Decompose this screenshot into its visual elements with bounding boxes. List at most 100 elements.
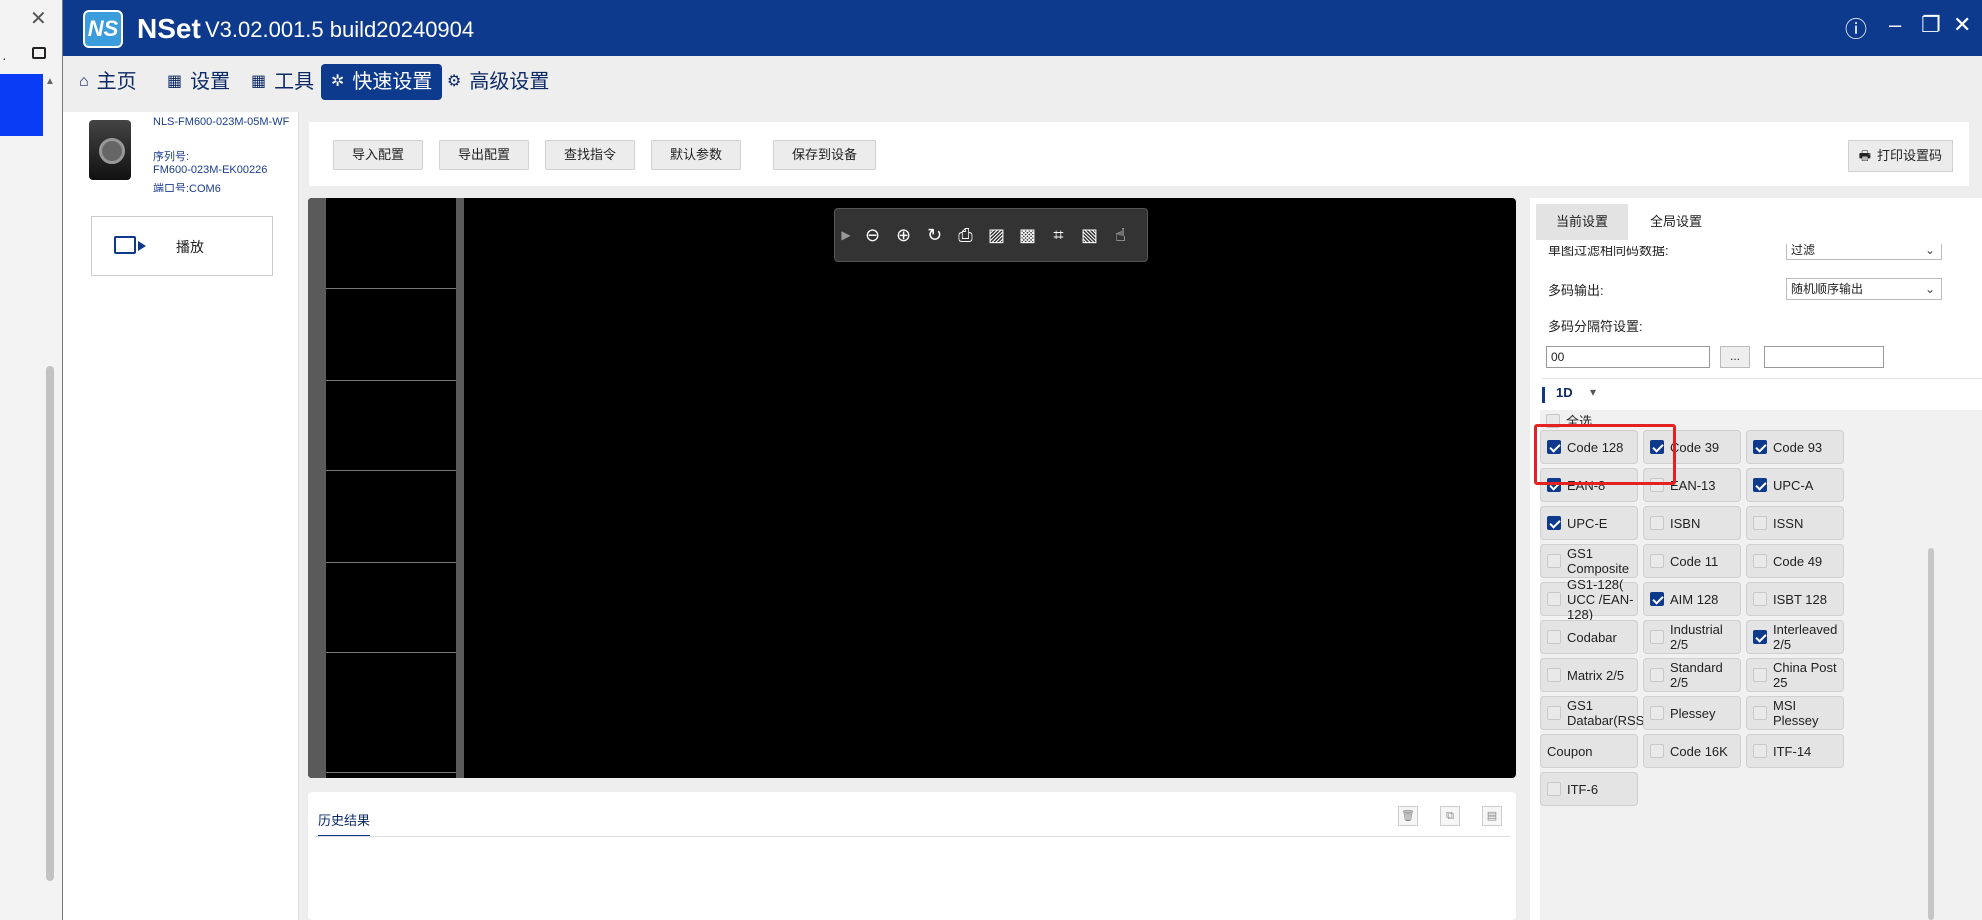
symbology-item[interactable]: AIM 128 [1643, 582, 1741, 616]
thumbnail-strip[interactable] [308, 198, 464, 778]
checkbox-icon[interactable] [1650, 630, 1664, 644]
checkbox-icon[interactable] [1547, 592, 1561, 606]
tab-current-settings[interactable]: 当前设置 [1536, 204, 1629, 240]
menu-home[interactable]: ⌂ 主页 [69, 64, 147, 100]
symbology-item[interactable]: Codabar [1540, 620, 1638, 654]
symbology-item[interactable]: Code 11 [1643, 544, 1741, 578]
trash-icon[interactable]: 🗑 [1398, 806, 1418, 826]
expand-icon[interactable]: ▶ [835, 228, 857, 242]
checked-box-icon[interactable] [1753, 440, 1767, 454]
find-command-button[interactable]: 查找指令 [545, 140, 636, 170]
checkbox-icon[interactable] [1547, 554, 1561, 568]
checkbox-icon[interactable] [1650, 744, 1664, 758]
symbology-item[interactable]: Industrial 2/5 [1643, 620, 1741, 654]
symbology-label: Interleaved 2/5 [1773, 622, 1838, 652]
checkbox-icon[interactable] [1547, 668, 1561, 682]
multi-output-select[interactable]: 随机顺序输出 ⌄ [1786, 278, 1942, 300]
symbology-label: Code 16K [1670, 743, 1728, 759]
symbology-item[interactable]: GS1 Composite [1540, 544, 1638, 578]
menu-tools[interactable]: ▦ 工具 [241, 64, 324, 100]
scroll-up-icon[interactable]: ▲ [45, 76, 55, 87]
checked-box-icon[interactable] [1547, 516, 1561, 530]
thumbnail-divider [326, 772, 456, 773]
save-to-device-button[interactable]: 保存到设备 [773, 140, 877, 170]
tab-global-settings[interactable]: 全局设置 [1630, 204, 1722, 240]
export-config-button[interactable]: 导出配置 [439, 140, 530, 170]
symbology-item[interactable]: GS1-128( UCC /EAN-128) [1540, 577, 1638, 622]
image-viewer[interactable]: ▶ ⊖ ⊕ ↻ ⎙ ▨ ▩ ⌗ ▧ ☝ [308, 198, 1516, 778]
print-settings-code-button[interactable]: 🖶 打印设置码 [1847, 140, 1953, 172]
menu-settings[interactable]: ▦ 设置 [157, 64, 240, 100]
checkbox-icon[interactable] [1753, 592, 1767, 606]
document-icon[interactable]: ▤ [1482, 806, 1502, 826]
close-icon[interactable]: ✕ [30, 6, 47, 31]
symbology-item[interactable]: UPC-A [1746, 468, 1844, 502]
checkbox-icon[interactable] [1547, 630, 1561, 644]
symbology-item[interactable]: Coupon [1540, 734, 1638, 768]
zoom-out-icon[interactable]: ⊖ [857, 225, 888, 246]
image-check-icon[interactable]: ▧ [1074, 225, 1105, 246]
image-gear-icon[interactable]: ▩ [1012, 225, 1043, 246]
menu-advanced-settings[interactable]: ⚙ 高级设置 [437, 64, 559, 100]
symbology-item[interactable]: Interleaved 2/5 [1746, 620, 1844, 654]
window-icon[interactable] [32, 47, 46, 59]
symbology-item[interactable]: ITF-6 [1540, 772, 1638, 806]
separator-input[interactable]: 00 [1546, 346, 1710, 368]
zoom-in-icon[interactable]: ⊕ [888, 225, 919, 246]
scrollbar[interactable]: ▲ [44, 76, 56, 920]
history-tab[interactable]: 历史结果 [318, 810, 371, 837]
checkbox-icon[interactable] [1753, 516, 1767, 530]
menu-quick-settings[interactable]: ✲ 快速设置 [321, 64, 443, 100]
checkbox-icon[interactable] [1650, 706, 1664, 720]
crop-icon[interactable]: ⌗ [1043, 225, 1074, 246]
default-params-button[interactable]: 默认参数 [651, 140, 742, 170]
symbology-item[interactable]: Standard 2/5 [1643, 658, 1741, 692]
symbology-item[interactable]: GS1 Databar(RSS) [1540, 696, 1649, 730]
scrollbar-thumb[interactable] [46, 366, 54, 881]
rotate-icon[interactable]: ↻ [919, 225, 950, 246]
group-header-1d[interactable]: 1D ▾ [1542, 378, 1982, 408]
info-icon[interactable]: ⓘ [1845, 12, 1867, 44]
symbology-item[interactable]: Plessey [1643, 696, 1741, 730]
symbology-item[interactable]: ISSN [1746, 506, 1844, 540]
checkbox-icon[interactable] [1650, 516, 1664, 530]
serial-label: 序列号: [153, 151, 190, 163]
checked-box-icon[interactable] [1753, 478, 1767, 492]
checkbox-icon[interactable] [1650, 668, 1664, 682]
symbology-item[interactable]: Code 16K [1643, 734, 1741, 768]
symbology-item[interactable]: ITF-14 [1746, 734, 1844, 768]
symbology-item[interactable]: Code 93 [1746, 430, 1844, 464]
save-image-icon[interactable]: ⎙ [950, 225, 981, 246]
symbology-label: Industrial 2/5 [1670, 622, 1723, 652]
symbology-item[interactable]: UPC-E [1540, 506, 1638, 540]
menu-label: 工具 [274, 71, 315, 93]
checkbox-icon[interactable] [1650, 554, 1664, 568]
import-config-button[interactable]: 导入配置 [333, 140, 424, 170]
checked-box-icon[interactable] [1650, 592, 1664, 606]
separator-display-field[interactable] [1764, 346, 1884, 368]
checkbox-icon[interactable] [1547, 706, 1561, 720]
settings-scrollbar[interactable] [1928, 548, 1934, 920]
symbology-item[interactable]: ISBT 128 [1746, 582, 1844, 616]
play-button[interactable]: 播放 [91, 216, 273, 276]
symbology-item[interactable]: China Post 25 [1746, 658, 1844, 692]
hand-icon[interactable]: ☝ [1105, 225, 1136, 246]
symbology-label: China Post 25 [1773, 660, 1837, 690]
checkbox-icon[interactable] [1753, 744, 1767, 758]
checkbox-icon[interactable] [1753, 668, 1767, 682]
symbology-item[interactable]: Code 49 [1746, 544, 1844, 578]
checked-box-icon[interactable] [1753, 630, 1767, 644]
close-icon[interactable]: ✕ [1953, 12, 1971, 38]
symbology-item[interactable]: ISBN [1643, 506, 1741, 540]
separator-more-button[interactable]: ... [1720, 346, 1750, 368]
symbology-item[interactable]: Matrix 2/5 [1540, 658, 1638, 692]
symbology-item[interactable]: MSI Plessey [1746, 696, 1844, 730]
checkbox-icon[interactable] [1547, 782, 1561, 796]
copy-icon[interactable]: ⧉ [1440, 806, 1460, 826]
minimize-icon[interactable]: – [1889, 12, 1901, 38]
dup-filter-select[interactable]: 过滤 ⌄ [1786, 244, 1942, 260]
image-settings-icon[interactable]: ▨ [981, 225, 1012, 246]
maximize-icon[interactable]: ❐ [1921, 12, 1941, 38]
checkbox-icon[interactable] [1753, 706, 1767, 720]
checkbox-icon[interactable] [1753, 554, 1767, 568]
